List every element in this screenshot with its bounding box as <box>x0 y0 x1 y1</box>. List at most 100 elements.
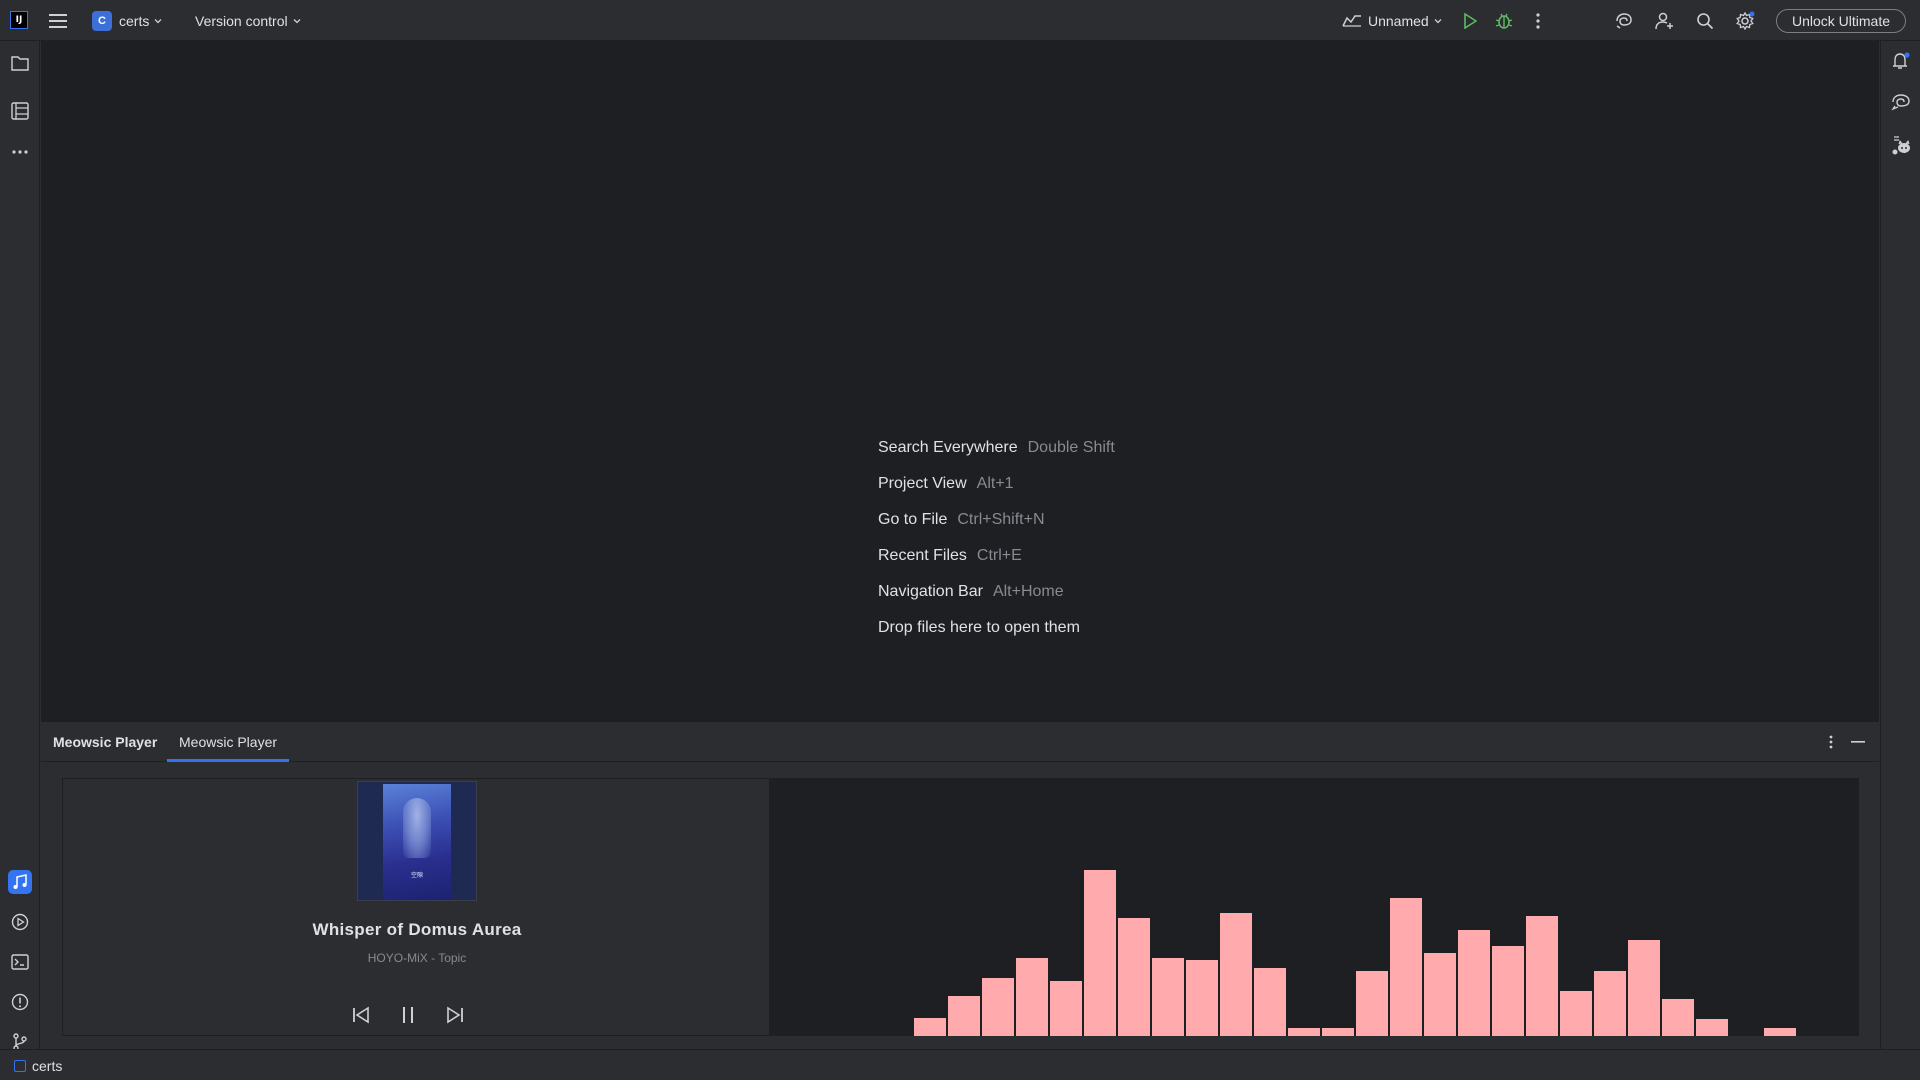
notifications-bell-icon[interactable] <box>1889 49 1913 73</box>
hint-drop-files: Drop files here to open them <box>878 610 1115 646</box>
visualizer-bar <box>1594 971 1626 1036</box>
run-config-label: Unnamed <box>1368 12 1429 29</box>
pause-icon <box>403 1007 413 1023</box>
hint-shortcut: Alt+1 <box>976 475 1014 492</box>
visualizer-bar <box>1628 940 1660 1036</box>
hint-label: Navigation Bar <box>878 583 983 600</box>
app-logo-text: IJ <box>15 15 23 25</box>
player-panel: 空隙 Whisper of Domus Aurea HOYO-MiX - Top… <box>62 778 770 1036</box>
track-artist: HOYO-MiX - Topic <box>367 951 467 965</box>
title-bar: IJ C certs Version control Unnamed Unloc… <box>0 0 1920 41</box>
skip-previous-icon <box>353 1006 369 1024</box>
active-tab-indicator <box>167 759 289 762</box>
project-badge: C <box>92 10 112 31</box>
skip-next-icon <box>447 1006 463 1024</box>
visualizer-bar <box>1390 898 1422 1036</box>
run-config-icon <box>1342 14 1361 27</box>
hint-label: Go to File <box>878 511 948 528</box>
run-icon[interactable] <box>1459 10 1481 32</box>
project-folder-icon[interactable] <box>8 51 32 75</box>
tool-window-title: Meowsic Player <box>53 734 158 750</box>
chevron-down-icon <box>293 18 301 23</box>
chevron-down-icon <box>1434 18 1442 23</box>
album-art-image: 空隙 <box>383 784 451 900</box>
album-art-figure <box>403 798 431 858</box>
vcs-label: Version control <box>195 12 288 29</box>
services-icon[interactable] <box>8 910 32 934</box>
visualizer-bar <box>1764 1028 1796 1036</box>
terminal-icon[interactable] <box>8 950 32 974</box>
vcs-selector[interactable]: Version control <box>195 0 301 41</box>
hint-search-everywhere: Search Everywhere Double Shift <box>878 430 1115 466</box>
music-player-icon[interactable] <box>8 870 32 894</box>
visualizer-bar <box>1084 870 1116 1036</box>
audio-visualizer <box>770 778 1859 1036</box>
visualizer-bar <box>1458 930 1490 1036</box>
hint-project-view: Project View Alt+1 <box>878 466 1115 502</box>
status-bar: certs <box>0 1049 1920 1080</box>
hint-shortcut: Ctrl+Shift+N <box>957 511 1045 528</box>
visualizer-bar <box>1152 958 1184 1036</box>
visualizer-bar <box>1526 916 1558 1036</box>
structure-icon[interactable] <box>8 99 32 123</box>
previous-track-button[interactable] <box>349 1003 373 1027</box>
project-selector[interactable]: C certs <box>92 0 162 41</box>
tool-window-header: Meowsic Player Meowsic Player <box>41 722 1879 762</box>
ai-assistant-icon[interactable] <box>1613 10 1635 32</box>
tab-meowsic-player[interactable]: Meowsic Player <box>167 722 289 762</box>
minimize-icon[interactable] <box>1848 732 1868 752</box>
pause-button[interactable] <box>396 1003 420 1027</box>
search-icon[interactable] <box>1694 10 1716 32</box>
editor-hints: Search Everywhere Double Shift Project V… <box>878 430 1115 646</box>
visualizer-bar <box>914 1018 946 1036</box>
hint-label: Drop files here to open them <box>878 619 1080 636</box>
project-name: certs <box>119 12 150 29</box>
visualizer-bar <box>1662 999 1694 1036</box>
visualizer-bar <box>1322 1028 1354 1036</box>
hint-shortcut: Alt+Home <box>992 583 1064 600</box>
app-logo-icon[interactable]: IJ <box>10 11 28 29</box>
run-config-selector[interactable]: Unnamed <box>1341 0 1442 41</box>
main-menu-icon[interactable] <box>47 10 69 32</box>
track-title: Whisper of Domus Aurea <box>312 920 522 939</box>
add-user-icon[interactable] <box>1654 10 1676 32</box>
visualizer-bar <box>1560 991 1592 1036</box>
hint-navigation-bar: Navigation Bar Alt+Home <box>878 574 1115 610</box>
next-track-button[interactable] <box>443 1003 467 1027</box>
status-project-name: certs <box>32 1057 63 1074</box>
editor-empty-area[interactable]: Search Everywhere Double Shift Project V… <box>41 41 1879 721</box>
visualizer-bar <box>1254 968 1286 1036</box>
visualizer-bar <box>1016 958 1048 1036</box>
more-tools-icon[interactable] <box>8 140 32 164</box>
project-square-icon <box>14 1059 26 1072</box>
hint-shortcut: Double Shift <box>1027 439 1115 456</box>
problems-icon[interactable] <box>8 990 32 1014</box>
ai-chat-icon[interactable] <box>1889 90 1913 114</box>
visualizer-bar <box>1186 960 1218 1036</box>
visualizer-bar <box>1220 913 1252 1036</box>
visualizer-bar <box>1492 946 1524 1036</box>
unlock-ultimate-button[interactable]: Unlock Ultimate <box>1775 9 1906 33</box>
visualizer-bar <box>948 996 980 1036</box>
hint-go-to-file: Go to File Ctrl+Shift+N <box>878 502 1115 538</box>
visualizer-bar <box>1118 918 1150 1036</box>
more-actions-icon[interactable] <box>1527 10 1549 32</box>
visualizer-bar <box>1356 971 1388 1036</box>
debug-icon[interactable] <box>1493 10 1515 32</box>
hint-label: Recent Files <box>878 547 967 564</box>
cat-plugin-icon[interactable] <box>1889 132 1913 156</box>
status-project[interactable]: certs <box>14 1050 62 1080</box>
visualizer-bar <box>982 978 1014 1036</box>
visualizer-bar <box>1050 981 1082 1036</box>
album-cover: 空隙 <box>357 781 477 901</box>
settings-gear-icon[interactable] <box>1734 10 1756 32</box>
visualizer-bar <box>1424 953 1456 1036</box>
hint-recent-files: Recent Files Ctrl+E <box>878 538 1115 574</box>
visualizer-bar <box>1288 1028 1320 1036</box>
hint-shortcut: Ctrl+E <box>976 547 1022 564</box>
album-art-caption: 空隙 <box>410 873 423 879</box>
hint-label: Search Everywhere <box>878 439 1018 456</box>
tool-window-options-icon[interactable] <box>1821 732 1841 752</box>
visualizer-bar <box>1696 1019 1728 1036</box>
hint-label: Project View <box>878 475 967 492</box>
